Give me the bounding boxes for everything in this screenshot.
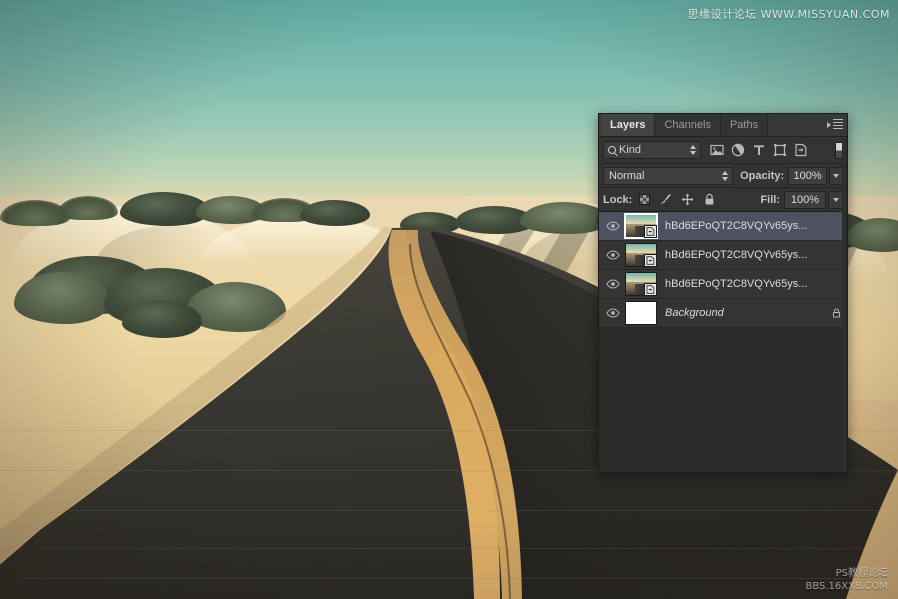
filter-pixel-icon[interactable] xyxy=(710,143,724,157)
lock-position-icon[interactable] xyxy=(681,193,694,206)
lock-label: Lock: xyxy=(603,193,633,206)
fill-input[interactable]: 100% xyxy=(784,190,826,209)
layers-panel[interactable]: Layers Channels Paths Kind Normal Opacit… xyxy=(598,113,848,473)
lock-image-pixels-icon[interactable] xyxy=(659,193,672,206)
chevron-updown-icon xyxy=(689,145,696,157)
eye-icon xyxy=(606,250,620,260)
layer-visibility-toggle[interactable] xyxy=(601,250,625,260)
screenshot-root: 思缘设计论坛 WWW.MISSYUAN.COM PS教程论坛 BBS.16XX8… xyxy=(0,0,898,599)
filter-icon-group xyxy=(710,143,808,157)
layer-visibility-toggle[interactable] xyxy=(601,221,625,231)
layer-list: hBd6EPoQT2C8VQYv65ys... hBd6EPoQT2C8VQYv… xyxy=(599,212,847,465)
panel-menu-icon[interactable] xyxy=(827,119,843,131)
eye-icon xyxy=(606,308,620,318)
blend-mode-select[interactable]: Normal xyxy=(603,166,734,185)
layer-row[interactable]: Background xyxy=(599,299,847,328)
lock-transparent-pixels-icon[interactable] xyxy=(639,194,651,205)
smart-object-badge-icon xyxy=(644,283,657,296)
opacity-dropdown-icon[interactable] xyxy=(829,166,844,185)
panel-tabstrip: Layers Channels Paths xyxy=(599,114,847,137)
filter-type-icon[interactable] xyxy=(752,143,766,157)
watermark-bottom: PS教程论坛 BBS.16XX8.COM xyxy=(805,567,888,593)
chevron-updown-icon xyxy=(721,170,728,183)
filter-kind-select[interactable]: Kind xyxy=(603,141,701,159)
eye-icon xyxy=(606,279,620,289)
tab-layers[interactable]: Layers xyxy=(601,114,656,136)
filter-shape-icon[interactable] xyxy=(773,143,787,157)
layer-row[interactable]: hBd6EPoQT2C8VQYv65ys... xyxy=(599,241,847,270)
filter-smartobject-icon[interactable] xyxy=(794,143,808,157)
lock-all-icon[interactable] xyxy=(703,193,716,206)
lock-icon-group xyxy=(639,193,716,206)
layer-name[interactable]: Background xyxy=(665,307,825,319)
layer-row[interactable]: hBd6EPoQT2C8VQYv65ys... xyxy=(599,270,847,299)
layer-name[interactable]: hBd6EPoQT2C8VQYv65ys... xyxy=(665,220,825,232)
layer-name[interactable]: hBd6EPoQT2C8VQYv65ys... xyxy=(665,278,825,290)
watermark-bottom-line1: PS教程论坛 xyxy=(835,568,888,579)
opacity-label: Opacity: xyxy=(740,169,785,182)
opacity-input[interactable]: 100% xyxy=(788,166,828,185)
layer-visibility-toggle[interactable] xyxy=(601,279,625,289)
layer-thumbnail[interactable] xyxy=(625,243,657,267)
layer-visibility-toggle[interactable] xyxy=(601,308,625,318)
blend-mode-value: Normal xyxy=(609,169,645,182)
watermark-top: 思缘设计论坛 WWW.MISSYUAN.COM xyxy=(687,8,890,21)
filter-row: Kind xyxy=(599,137,847,164)
layer-name[interactable]: hBd6EPoQT2C8VQYv65ys... xyxy=(665,249,825,261)
smart-object-badge-icon xyxy=(644,225,657,238)
filter-adjustment-icon[interactable] xyxy=(731,143,745,157)
search-icon xyxy=(608,146,616,154)
blend-row: Normal Opacity: 100% xyxy=(599,164,847,188)
layer-row[interactable]: hBd6EPoQT2C8VQYv65ys... xyxy=(599,212,847,241)
layer-list-empty-area xyxy=(599,328,847,465)
layer-thumbnail[interactable] xyxy=(625,272,657,296)
tab-channels[interactable]: Channels xyxy=(655,114,721,136)
watermark-bottom-line2: BBS.16XX8.COM xyxy=(805,581,888,592)
eye-icon xyxy=(606,221,620,231)
fill-dropdown-icon[interactable] xyxy=(828,190,843,209)
tab-paths[interactable]: Paths xyxy=(720,114,769,136)
lock-row: Lock: Fill: 100% xyxy=(599,188,847,212)
smart-object-badge-icon xyxy=(644,254,657,267)
layer-thumbnail[interactable] xyxy=(624,213,658,239)
lock-icon xyxy=(832,308,840,318)
filter-kind-label: Kind xyxy=(619,144,642,156)
panel-scrollbar[interactable] xyxy=(842,137,847,472)
layer-thumbnail[interactable] xyxy=(625,301,657,325)
fill-label: Fill: xyxy=(760,193,780,206)
